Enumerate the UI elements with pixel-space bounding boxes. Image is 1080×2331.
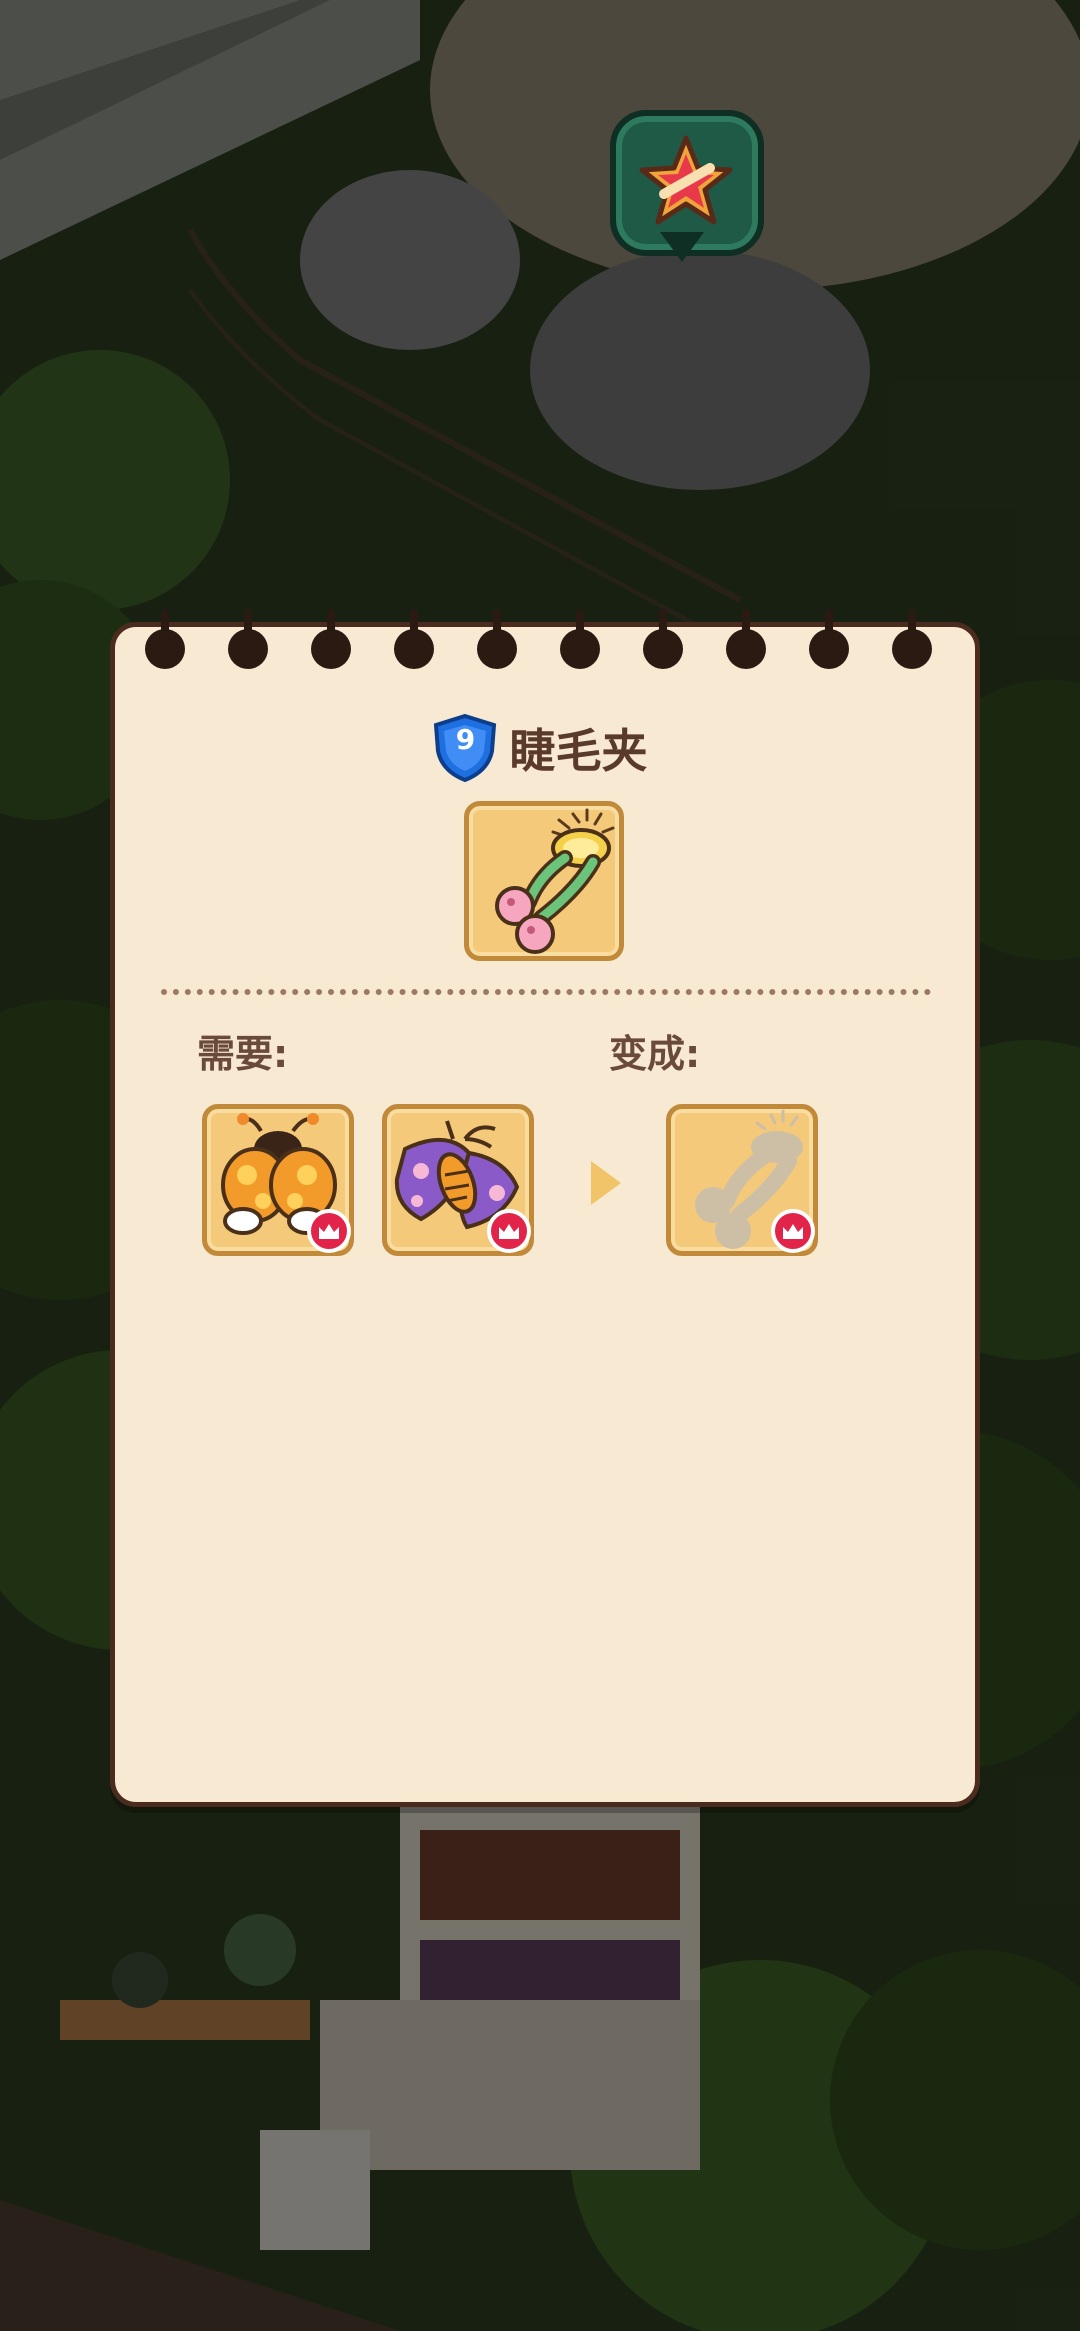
- binder-ring: [809, 609, 849, 669]
- premium-badge: [307, 1209, 351, 1253]
- binder-ring: [394, 609, 434, 669]
- crown-icon: [499, 1224, 519, 1239]
- premium-badge: [771, 1209, 815, 1253]
- binder-ring: [892, 609, 932, 669]
- item-preview: [464, 801, 624, 961]
- level-number: 9: [455, 723, 476, 756]
- recipe-input-slot[interactable]: [382, 1104, 534, 1256]
- level-badge: 9: [432, 713, 498, 783]
- binder-ring: [145, 609, 185, 669]
- arrow-right-icon: [591, 1161, 621, 1205]
- binder-ring: [726, 609, 766, 669]
- binder-ring: [228, 609, 268, 669]
- binder-ring: [311, 609, 351, 669]
- star-icon: [639, 135, 733, 225]
- item-detail-notebook: 9 睫毛夹 需要: 变成:: [110, 609, 980, 1807]
- crown-icon: [783, 1224, 803, 1239]
- becomes-label: 变成:: [609, 1032, 701, 1076]
- recipe-input-slot[interactable]: [202, 1104, 354, 1256]
- item-title: 睫毛夹: [509, 724, 648, 778]
- recipe-output-slot[interactable]: [666, 1104, 818, 1256]
- binder-ring: [477, 609, 517, 669]
- item-header: 9 睫毛夹: [115, 713, 965, 783]
- premium-badge: [487, 1209, 531, 1253]
- favorites-button-tail: [660, 232, 704, 262]
- eyelash-curler-icon: [495, 808, 615, 954]
- crown-icon: [319, 1224, 339, 1239]
- dotted-divider: [161, 989, 931, 995]
- needs-label: 需要:: [197, 1032, 289, 1076]
- game-screen: 9 睫毛夹 需要: 变成:: [0, 0, 1080, 2331]
- binder-ring: [643, 609, 683, 669]
- binder-ring: [560, 609, 600, 669]
